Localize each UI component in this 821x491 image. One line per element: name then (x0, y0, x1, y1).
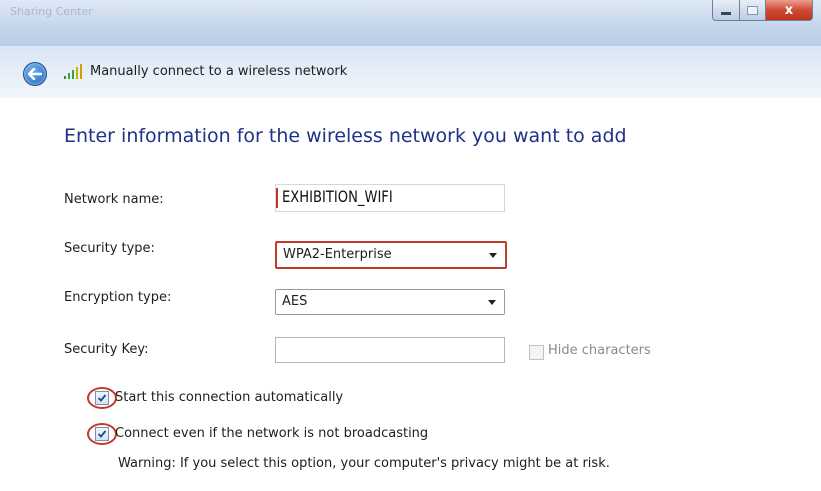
highlight-circle (87, 423, 117, 445)
wireless-signal-icon (64, 64, 82, 79)
security-type-select[interactable]: WPA2-Enterprise (275, 241, 507, 269)
close-button[interactable]: x (766, 0, 813, 21)
window-controls: x (712, 0, 813, 21)
security-type-label: Security type: (64, 241, 155, 256)
network-name-value: EXHIBITION_WIFI (282, 187, 393, 206)
hide-characters-checkbox[interactable] (529, 345, 544, 360)
window-title: Sharing Center (10, 5, 93, 18)
maximize-icon (747, 5, 758, 15)
network-name-label: Network name: (64, 192, 164, 207)
hide-characters-label: Hide characters (548, 343, 651, 358)
minimize-button[interactable] (712, 0, 740, 21)
highlight-circle (87, 387, 117, 409)
nav-title: Manually connect to a wireless network (90, 64, 348, 79)
text-cursor (276, 188, 278, 208)
encryption-type-value: AES (282, 294, 308, 309)
connect-hidden-label: Connect even if the network is not broad… (115, 426, 429, 441)
title-bar: Sharing Center x (0, 0, 821, 46)
security-key-field[interactable] (275, 337, 505, 363)
minimize-icon (721, 11, 731, 15)
network-name-field[interactable]: EXHIBITION_WIFI (275, 184, 505, 212)
security-key-label: Security Key: (64, 342, 149, 357)
security-type-value: WPA2-Enterprise (283, 247, 392, 262)
dropdown-arrow-icon (488, 300, 496, 305)
maximize-button[interactable] (740, 0, 766, 21)
encryption-type-label: Encryption type: (64, 290, 172, 305)
back-arrow-icon (28, 68, 42, 80)
back-button[interactable] (23, 62, 47, 86)
start-auto-label: Start this connection automatically (115, 390, 344, 405)
privacy-warning: Warning: If you select this option, your… (118, 456, 610, 471)
dropdown-arrow-icon (489, 253, 497, 258)
page-heading: Enter information for the wireless netwo… (64, 125, 627, 147)
encryption-type-select[interactable]: AES (275, 289, 505, 315)
close-icon: x (784, 2, 794, 18)
